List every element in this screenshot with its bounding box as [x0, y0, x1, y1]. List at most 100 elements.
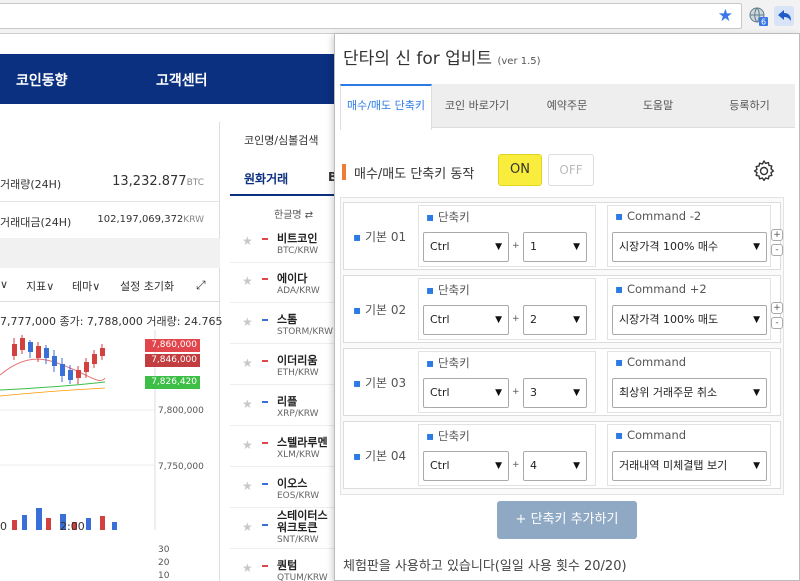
favorite-star-icon[interactable]: ★ [242, 397, 253, 411]
favorite-star-icon[interactable]: ★ [242, 520, 253, 534]
command-select[interactable]: 최상위 거래주문 취소 ▼ [612, 378, 767, 408]
indicator-menu[interactable]: 지표∨ [26, 278, 54, 294]
modifier-select[interactable]: Ctrl ▼ [423, 451, 509, 481]
favorite-star-icon[interactable]: ★ [242, 479, 253, 493]
stat-row-volume: 거래량(24H) 13,232.877BTC [0, 164, 220, 202]
coin-name: 스텔라루멘 [277, 436, 328, 449]
command-value: 최상위 거래주문 취소 [619, 386, 718, 399]
modifier-value: Ctrl [430, 240, 450, 253]
nav-coin-trends[interactable]: 코인동향 [16, 70, 68, 90]
add-shortcut-button[interactable]: + 단축키 추가하기 [497, 501, 637, 539]
decrement-button[interactable]: - [771, 244, 783, 256]
key-value: 4 [530, 459, 537, 472]
tab-krw-market[interactable]: 원화거래 [244, 170, 288, 187]
gear-icon[interactable] [752, 159, 776, 183]
favorite-star-icon[interactable]: ★ [242, 234, 253, 248]
command-label: Command [626, 355, 687, 369]
key-select[interactable]: 3 ▼ [523, 378, 587, 408]
coin-symbol: BTC/KRW [277, 246, 319, 256]
theme-menu[interactable]: 테마∨ [72, 278, 100, 294]
shortcut-key-label: 단축키 [437, 210, 470, 224]
change-indicator [262, 565, 268, 567]
time-label: 0 [0, 520, 7, 533]
command-value: 시장가격 100% 매도 [619, 313, 719, 326]
command-label: Command +2 [626, 282, 707, 296]
volume-tick: 20 [158, 558, 170, 568]
stat-value: 102,197,069,372 [97, 214, 184, 225]
chevron-down-icon[interactable]: ∨ [0, 278, 8, 291]
coin-symbol: EOS/KRW [277, 491, 320, 501]
coin-row[interactable]: ★ 리플 XRP/KRW [230, 385, 340, 426]
tab-help[interactable]: 도움말 [612, 84, 704, 128]
favorite-star-icon[interactable]: ★ [242, 274, 253, 288]
tab-coin-shortcut[interactable]: 코인 바로가기 [432, 84, 522, 128]
command-select[interactable]: 시장가격 100% 매수 ▼ [612, 232, 767, 262]
key-select[interactable]: 4 ▼ [523, 451, 587, 481]
change-indicator [262, 401, 268, 403]
tab-register[interactable]: 등록하기 [704, 84, 795, 128]
bookmark-star-icon[interactable]: ★ [718, 7, 733, 25]
coin-symbol: STORM/KRW [277, 327, 334, 337]
on-button[interactable]: ON [498, 154, 542, 186]
nav-customer-center[interactable]: 고객센터 [156, 70, 208, 90]
shortcut-key-box: ▪ 단축키 Ctrl ▼ +2 ▼ [418, 278, 596, 340]
dropdown-arrow-icon: ▼ [495, 388, 502, 398]
off-button[interactable]: OFF [548, 154, 594, 186]
command-select[interactable]: 시장가격 100% 매도 ▼ [612, 305, 767, 335]
shortcut-key-box: ▪ 단축키 Ctrl ▼ +4 ▼ [418, 424, 596, 486]
modifier-select[interactable]: Ctrl ▼ [423, 378, 509, 408]
section-title: 매수/매도 단축키 동작 [354, 167, 475, 182]
modifier-select[interactable]: Ctrl ▼ [423, 305, 509, 335]
favorite-star-icon[interactable]: ★ [242, 438, 253, 452]
col-header-name[interactable]: 한글명 ⇄ [274, 206, 313, 221]
favorite-star-icon[interactable]: ★ [242, 315, 253, 329]
globe-extension-icon[interactable]: 6 [748, 6, 768, 27]
dropdown-arrow-icon: ▼ [753, 242, 760, 252]
command-select[interactable]: 거래내역 미체결탭 보기 ▼ [612, 451, 767, 481]
shortcut-row: ▪ 기본 01 ▪ 단축키 Ctrl ▼ +1 ▼ ▪ Command -2 시장가격 100… [343, 202, 783, 270]
key-value: 1 [530, 240, 537, 253]
stat-unit: BTC [186, 178, 204, 188]
modifier-select[interactable]: Ctrl ▼ [423, 232, 509, 262]
bullet-icon: ▪ [353, 303, 365, 317]
back-arrow-extension-icon[interactable] [774, 6, 794, 26]
bullet-icon: ▪ [426, 429, 438, 443]
command-box: ▪ Command +2 시장가격 100% 매도 ▼ [607, 278, 771, 340]
favorite-star-icon[interactable]: ★ [242, 356, 253, 370]
key-select[interactable]: 1 ▼ [523, 232, 587, 262]
shortcut-key-box: ▪ 단축키 Ctrl ▼ +3 ▼ [418, 351, 596, 413]
change-indicator [262, 524, 268, 526]
coin-search-label[interactable]: 코인명/심볼검색 [244, 132, 319, 148]
coin-row[interactable]: ★ 스테이터스 워크토큰 SNT/KRW [230, 508, 340, 549]
coin-row[interactable]: ★ 에이다 ADA/KRW [230, 262, 340, 303]
command-box: ▪ Command 거래내역 미체결탭 보기 ▼ [607, 424, 771, 486]
plus-sign: + [512, 314, 520, 324]
ohlc-readout: 7,777,000 종가: 7,788,000 거래량: 24.765 [0, 315, 223, 328]
increment-button[interactable]: + [771, 302, 783, 314]
expand-icon[interactable]: ⤢ [196, 278, 206, 293]
tab-shortcut-keys[interactable]: 매수/매도 단축키 [340, 84, 432, 130]
coin-row[interactable]: ★ 스텔라루멘 XLM/KRW [230, 426, 340, 467]
coin-row[interactable]: ★ 퀀텀 QTUM/KRW [230, 549, 340, 581]
bullet-icon: ▪ [426, 210, 438, 224]
coin-row[interactable]: ★ 비트코인 BTC/KRW [230, 222, 340, 263]
favorite-star-icon[interactable]: ★ [242, 561, 253, 575]
coin-row[interactable]: ★ 이더리움 ETH/KRW [230, 344, 340, 385]
change-indicator [262, 360, 268, 362]
increment-button[interactable]: + [771, 229, 783, 241]
dropdown-arrow-icon: ▼ [495, 315, 502, 325]
reset-settings-button[interactable]: 설정 초기화 [120, 278, 174, 294]
shortcut-row-label: ▪ 기본 01 [353, 228, 406, 245]
coin-row[interactable]: ★ 이오스 EOS/KRW [230, 467, 340, 508]
extension-popup: 단타의 신 for 업비트 (ver 1.5) 매수/매도 단축키 코인 바로가… [334, 33, 800, 581]
address-bar[interactable]: ★ [0, 3, 742, 29]
tab-reserved-order[interactable]: 예약주문 [522, 84, 612, 128]
plus-sign: + [512, 241, 520, 251]
popup-title: 단타의 신 for 업비트 (ver 1.5) [343, 44, 541, 69]
coin-row[interactable]: ★ 스톰 STORM/KRW [230, 303, 340, 344]
price-tick: 7,750,000 [158, 462, 204, 472]
decrement-button[interactable]: - [771, 317, 783, 329]
bullet-icon: ▪ [353, 376, 365, 390]
key-value: 3 [530, 386, 537, 399]
key-select[interactable]: 2 ▼ [523, 305, 587, 335]
